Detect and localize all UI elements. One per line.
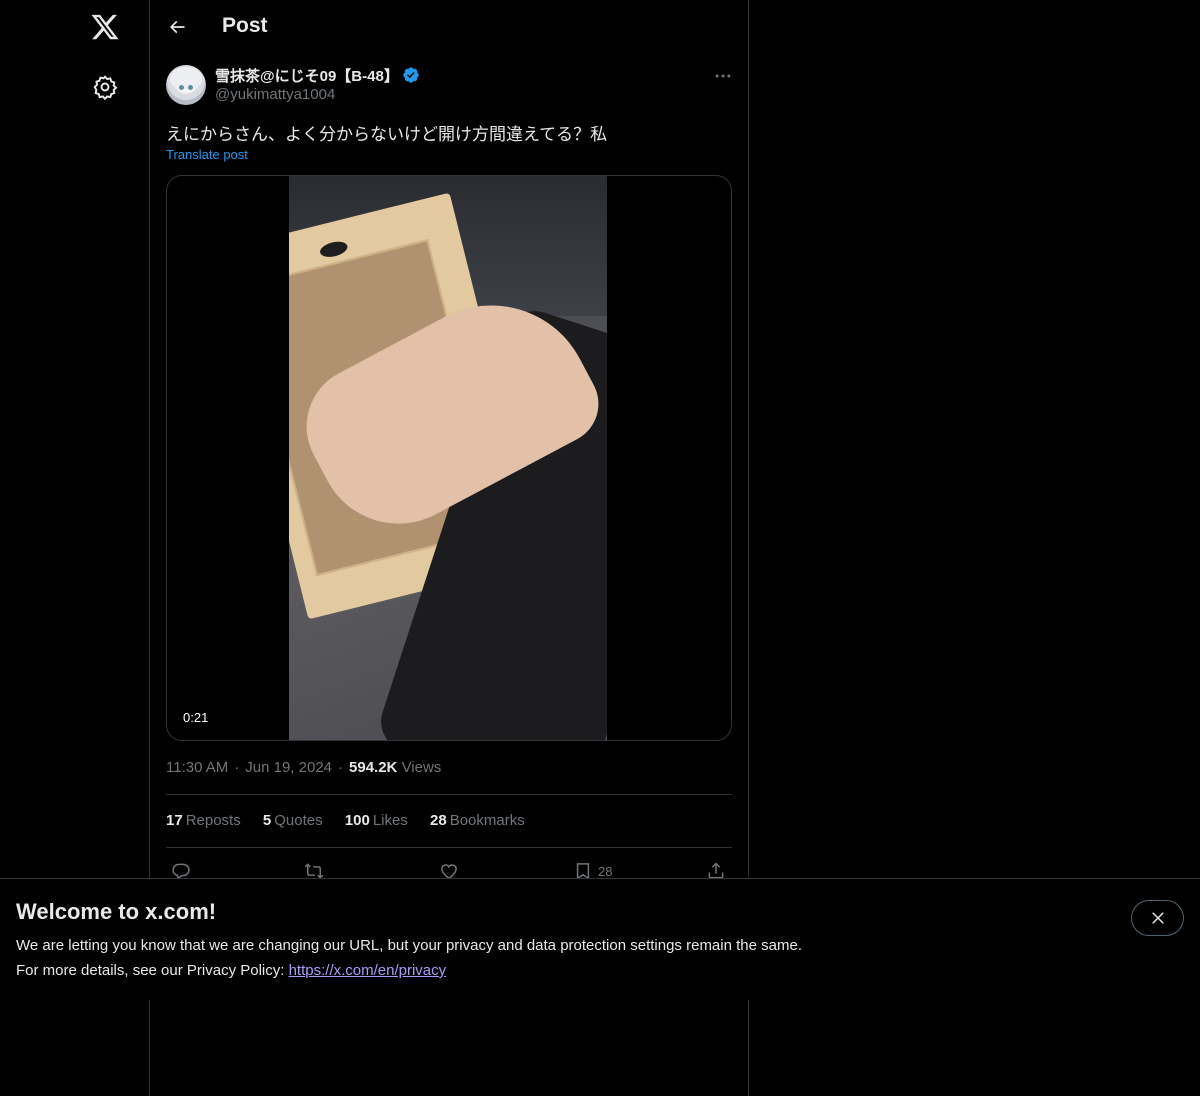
translate-post-link[interactable]: Translate post (166, 147, 248, 162)
x-logo-icon[interactable] (90, 12, 120, 42)
video-thumbnail (289, 176, 607, 740)
video-player[interactable]: 0:21 (166, 175, 732, 741)
settings-icon[interactable] (92, 74, 118, 101)
back-button[interactable] (164, 14, 190, 40)
privacy-policy-link[interactable]: https://x.com/en/privacy (289, 962, 447, 979)
post-time[interactable]: 11:30 AM (166, 759, 228, 776)
post-text: えにからさん、よく分からないけど開け方間違えてる？私 (166, 125, 608, 144)
back-arrow-icon (169, 20, 185, 34)
video-duration: 0:21 (177, 708, 215, 727)
bookmarks-stat[interactable]: 28 Bookmarks (430, 812, 525, 829)
close-button[interactable] (1131, 900, 1184, 936)
page-header: Post (150, 0, 748, 54)
more-icon[interactable] (713, 66, 733, 86)
post-date[interactable]: Jun 19, 2024 (245, 759, 332, 776)
views-label: Views (401, 759, 442, 776)
author-name[interactable]: 雪抹茶@にじそ09【B-48】 (215, 65, 399, 86)
quotes-stat[interactable]: 5 Quotes (263, 812, 323, 829)
avatar[interactable] (166, 65, 206, 105)
likes-stat[interactable]: 100 Likes (345, 812, 408, 829)
divider (166, 847, 732, 848)
post-meta: 11:30 AM · Jun 19, 2024 · 594.2K Views (166, 759, 442, 776)
banner-policy-line: For more details, see our Privacy Policy… (16, 962, 447, 979)
divider (166, 794, 732, 795)
author-handle[interactable]: @yukimattya1004 (215, 86, 335, 103)
views-count: 594.2K (349, 759, 398, 776)
reposts-stat[interactable]: 17 Reposts (166, 812, 241, 829)
page-title: Post (222, 14, 268, 37)
banner-title: Welcome to x.com! (16, 899, 217, 924)
post-stats: 17 Reposts 5 Quotes 100 Likes 28 Bookmarks (166, 812, 543, 829)
banner-message: We are letting you know that we are chan… (16, 937, 802, 954)
welcome-banner: Welcome to x.com! We are letting you kno… (0, 878, 1200, 1000)
close-icon (1151, 912, 1164, 924)
bookmark-count: 28 (598, 863, 613, 879)
verified-badge-icon (402, 66, 420, 84)
